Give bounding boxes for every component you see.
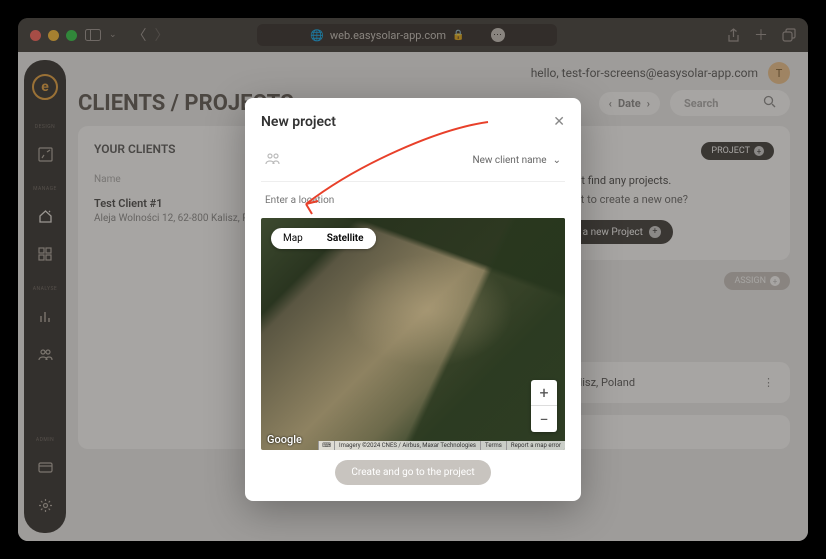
- modal-title: New project: [261, 114, 336, 130]
- terms-link[interactable]: Terms: [480, 441, 506, 450]
- client-dropdown[interactable]: New client name ⌄: [472, 155, 561, 166]
- location-input[interactable]: [261, 189, 565, 212]
- map-type-map[interactable]: Map: [271, 228, 315, 249]
- google-logo: Google: [267, 433, 302, 446]
- map-view[interactable]: Map Satellite + − Google ⌨ Imagery ©2024…: [261, 218, 565, 450]
- imagery-text: Imagery ©2024 CNES / Airbus, Maxar Techn…: [334, 441, 480, 450]
- chevron-down-icon: ⌄: [553, 155, 561, 166]
- zoom-control: + −: [531, 380, 557, 432]
- create-and-go-button[interactable]: Create and go to the project: [335, 460, 490, 485]
- new-project-modal: New project ✕ New client name ⌄ Map Sate…: [245, 98, 581, 501]
- map-attribution: ⌨ Imagery ©2024 CNES / Airbus, Maxar Tec…: [318, 441, 565, 450]
- report-link[interactable]: Report a map error: [506, 441, 565, 450]
- people-icon: [265, 152, 281, 169]
- modal-overlay[interactable]: New project ✕ New client name ⌄ Map Sate…: [18, 18, 808, 541]
- client-select-row[interactable]: New client name ⌄: [261, 146, 565, 182]
- close-icon[interactable]: ✕: [553, 114, 565, 130]
- zoom-in-button[interactable]: +: [531, 380, 557, 406]
- zoom-out-button[interactable]: −: [531, 406, 557, 432]
- map-type-satellite[interactable]: Satellite: [315, 228, 376, 249]
- map-type-switch[interactable]: Map Satellite: [271, 228, 376, 249]
- browser-window: ⌄ 〈 〉 🌐 web.easysolar-app.com 🔒 ⋯ ＋ e DE…: [18, 18, 808, 541]
- keyboard-icon[interactable]: ⌨: [318, 441, 334, 450]
